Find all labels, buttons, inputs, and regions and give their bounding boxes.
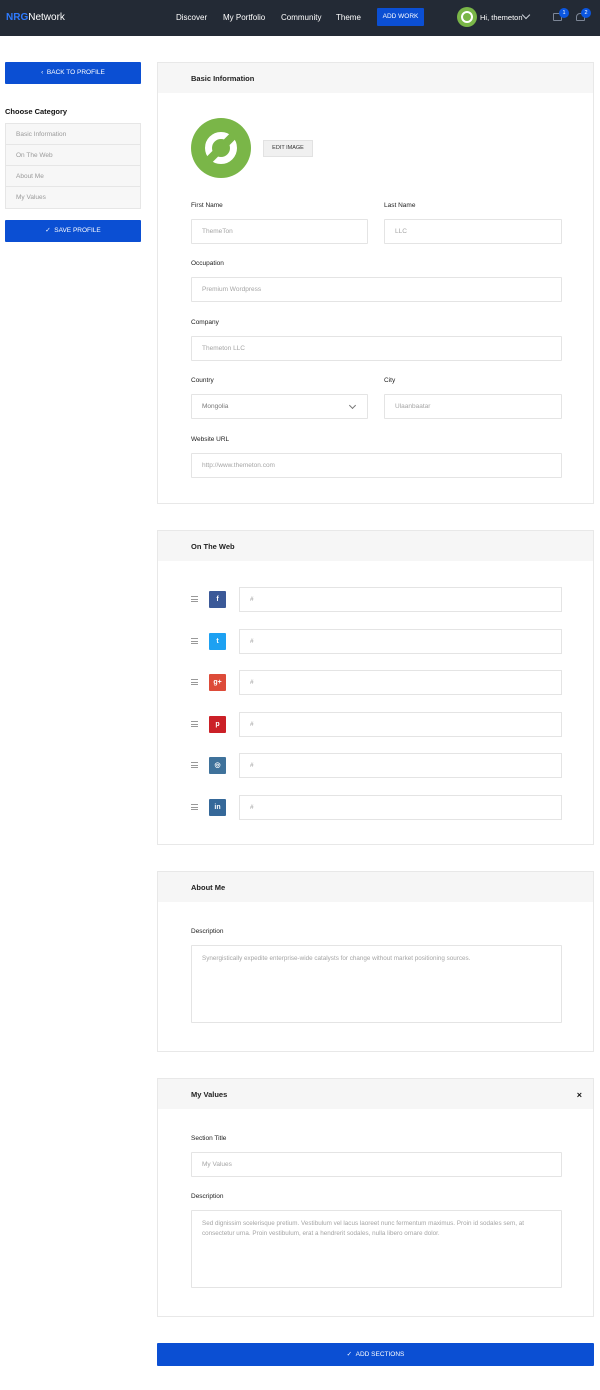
drag-handle-icon[interactable] <box>191 803 198 810</box>
country-select[interactable]: Mongolia <box>191 394 368 419</box>
instagram-url-field[interactable]: # <box>239 753 562 778</box>
facebook-icon: f <box>209 591 226 608</box>
on-the-web-panel: On The Web f # t # g+ # p # ◎ # in # <box>157 530 594 845</box>
notification-badge: 2 <box>581 8 591 18</box>
about-me-panel: About Me Description Synergistically exp… <box>157 871 594 1052</box>
category-about-me[interactable]: About Me <box>6 166 140 187</box>
instagram-icon: ◎ <box>209 757 226 774</box>
linkedin-url-field[interactable]: # <box>239 794 562 820</box>
pinterest-icon: p <box>209 715 226 733</box>
social-row: ◎ # <box>191 753 562 778</box>
city-label: City <box>384 377 396 384</box>
description-label: Description <box>191 1193 224 1200</box>
description-label: Description <box>191 928 224 935</box>
drag-handle-icon[interactable] <box>191 596 198 602</box>
category-basic-information[interactable]: Basic Information <box>6 124 140 145</box>
first-name-label: First Name <box>191 202 223 209</box>
category-list: Basic Information On The Web About Me My… <box>5 123 141 209</box>
first-name-field[interactable]: ThemeTon <box>191 219 368 244</box>
website-field[interactable]: http://www.themeton.com <box>191 453 562 478</box>
occupation-label: Occupation <box>191 260 224 267</box>
google-plus-url-field[interactable]: # <box>239 670 562 695</box>
panel-title: My Values <box>191 1090 228 1099</box>
my-values-panel: My Values × Section Title My Values Desc… <box>157 1078 594 1317</box>
panel-title: On The Web <box>191 542 235 551</box>
city-field[interactable]: Ulaanbaatar <box>384 394 562 419</box>
basic-information-panel: Basic Information EDIT IMAGE First Name … <box>157 62 594 504</box>
twitter-icon: t <box>209 632 226 650</box>
drag-handle-icon[interactable] <box>191 637 198 644</box>
nav-my-portfolio[interactable]: My Portfolio <box>223 13 265 22</box>
drag-handle-icon[interactable] <box>191 762 198 768</box>
website-label: Website URL <box>191 436 230 443</box>
top-nav: NRGNetwork Discover My Portfolio Communi… <box>0 0 600 36</box>
google-plus-icon: g+ <box>209 674 226 691</box>
user-greeting[interactable]: Hi, themeton <box>480 13 523 22</box>
choose-category-title: Choose Category <box>5 107 68 116</box>
social-row: p # <box>191 711 562 737</box>
company-field[interactable]: Themeton LLC <box>191 336 562 361</box>
social-row: in # <box>191 794 562 820</box>
pinterest-url-field[interactable]: # <box>239 711 562 737</box>
chevron-down-icon <box>348 401 357 410</box>
facebook-url-field[interactable]: # <box>239 587 562 612</box>
category-on-the-web[interactable]: On The Web <box>6 145 140 166</box>
drag-handle-icon[interactable] <box>191 720 198 727</box>
section-title-field[interactable]: My Values <box>191 1152 562 1177</box>
social-row: g+ # <box>191 670 562 695</box>
company-label: Company <box>191 319 219 326</box>
profile-avatar <box>191 118 251 178</box>
nav-theme[interactable]: Theme <box>336 13 361 22</box>
linkedin-icon: in <box>209 798 226 816</box>
avatar[interactable] <box>457 7 477 27</box>
about-description-textarea[interactable]: Synergistically expedite enterprise-wide… <box>191 945 562 1023</box>
chevron-down-icon[interactable] <box>521 10 531 20</box>
nav-discover[interactable]: Discover <box>176 13 207 22</box>
social-row: t # <box>191 628 562 654</box>
check-icon: ✓ <box>346 1351 356 1358</box>
occupation-field[interactable]: Premium Wordpress <box>191 277 562 302</box>
add-work-button[interactable]: ADD WORK <box>377 8 424 26</box>
add-sections-button[interactable]: ✓ ADD SECTIONS <box>157 1343 594 1366</box>
social-row: f # <box>191 587 562 612</box>
panel-title: Basic Information <box>191 74 255 83</box>
country-value: Mongolia <box>202 403 229 410</box>
logo[interactable]: NRGNetwork <box>6 12 65 23</box>
edit-image-button[interactable]: EDIT IMAGE <box>263 140 313 157</box>
close-icon[interactable]: × <box>577 1090 582 1100</box>
section-title-label: Section Title <box>191 1135 227 1142</box>
country-label: Country <box>191 377 214 384</box>
twitter-url-field[interactable]: # <box>239 628 562 654</box>
check-icon: ✓ <box>45 227 55 234</box>
nav-community[interactable]: Community <box>281 13 321 22</box>
mail-badge: 1 <box>559 8 569 18</box>
category-my-values[interactable]: My Values <box>6 187 140 208</box>
panel-title: About Me <box>191 883 226 892</box>
last-name-field[interactable]: LLC <box>384 219 562 244</box>
back-to-profile-button[interactable]: ‹ BACK TO PROFILE <box>5 62 141 84</box>
drag-handle-icon[interactable] <box>191 679 198 685</box>
values-description-textarea[interactable]: Sed dignissim scelerisque pretium. Vesti… <box>191 1210 562 1288</box>
last-name-label: Last Name <box>384 202 416 209</box>
save-profile-button[interactable]: ✓ SAVE PROFILE <box>5 220 141 242</box>
